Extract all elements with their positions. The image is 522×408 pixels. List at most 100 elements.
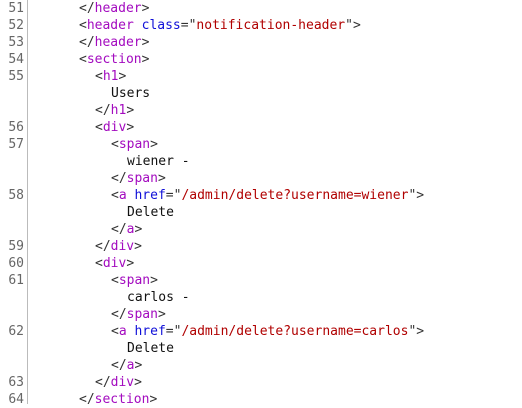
attribute-name: href <box>134 188 166 203</box>
punctuation: > <box>134 358 143 373</box>
punctuation: > <box>118 69 127 84</box>
attribute-value[interactable]: /admin/delete?username=wiener <box>181 188 408 203</box>
punctuation: =" <box>180 18 197 33</box>
punctuation: > <box>134 375 142 390</box>
line-number: 53 <box>8 35 24 50</box>
source-line: 54 <section> <box>0 51 522 68</box>
source-text: </div> <box>31 374 142 391</box>
line-number: 52 <box>8 18 24 33</box>
source-text: <a href="/admin/delete?username=wiener"> <box>31 187 424 204</box>
punctuation: "> <box>408 324 425 339</box>
punctuation: </ <box>111 358 127 373</box>
punctuation: > <box>157 307 166 322</box>
tag-name: h1 <box>110 103 127 118</box>
punctuation: "> <box>345 18 361 33</box>
source-line: wiener - <box>0 153 522 170</box>
attribute-name: href <box>134 324 166 339</box>
line-number: 51 <box>8 1 24 16</box>
tag-name: header <box>94 35 142 50</box>
punctuation: < <box>111 273 119 288</box>
tag-name: span <box>118 273 151 288</box>
punctuation: < <box>79 52 87 67</box>
source-line: carlos - <box>0 289 522 306</box>
punctuation: < <box>111 188 119 203</box>
punctuation: < <box>111 324 119 339</box>
punctuation: > <box>134 222 143 237</box>
source-text: </a> <box>31 357 142 374</box>
source-text: wiener - <box>31 153 190 170</box>
source-text: </header> <box>31 34 149 51</box>
text-content: wiener - <box>127 154 190 169</box>
punctuation: < <box>95 69 103 84</box>
punctuation: </ <box>95 375 111 390</box>
source-text: </section> <box>31 391 157 408</box>
punctuation: </ <box>79 35 95 50</box>
punctuation: </ <box>111 307 127 322</box>
punctuation: </ <box>111 171 127 186</box>
source-line: 57 <span> <box>0 136 522 153</box>
punctuation: > <box>150 137 158 152</box>
attribute-name: class <box>141 18 181 33</box>
source-text: </h1> <box>31 102 134 119</box>
source-line: 61 <span> <box>0 272 522 289</box>
punctuation: > <box>150 273 158 288</box>
source-line: </a> <box>0 357 522 374</box>
source-text: </span> <box>31 306 166 323</box>
punctuation: </ <box>95 103 111 118</box>
source-line: 55 <h1> <box>0 68 522 85</box>
source-line: Users <box>0 85 522 102</box>
source-line: 59 </div> <box>0 238 522 255</box>
attribute-value[interactable]: /admin/delete?username=carlos <box>181 324 408 339</box>
punctuation <box>134 18 142 33</box>
source-text: </a> <box>31 221 142 238</box>
punctuation: > <box>134 239 142 254</box>
source-line: 51 </header> <box>0 0 522 17</box>
tag-name: a <box>118 324 127 339</box>
source-text: Delete <box>31 340 174 357</box>
line-number: 54 <box>8 52 24 67</box>
line-number: 59 <box>8 239 24 254</box>
source-text: Delete <box>31 204 174 221</box>
line-number: 58 <box>8 188 24 203</box>
text-content: Delete <box>127 341 174 356</box>
punctuation: > <box>126 256 135 271</box>
punctuation: > <box>141 52 150 67</box>
source-text: <section> <box>31 51 149 68</box>
source-line: 64 </section> <box>0 391 522 408</box>
source-text: <a href="/admin/delete?username=carlos"> <box>31 323 424 340</box>
source-line: Delete <box>0 204 522 221</box>
source-line: 53 </header> <box>0 34 522 51</box>
line-number: 57 <box>8 137 24 152</box>
tag-name: section <box>94 392 150 407</box>
punctuation: > <box>157 171 166 186</box>
tag-name: header <box>86 18 134 33</box>
line-number: 64 <box>8 392 24 407</box>
source-line: 63 </div> <box>0 374 522 391</box>
tag-name: h1 <box>102 69 119 84</box>
source-text: <span> <box>31 136 158 153</box>
punctuation: < <box>111 137 119 152</box>
tag-name: span <box>126 171 158 186</box>
attribute-value[interactable]: notification-header <box>196 18 345 33</box>
source-line: 52 <header class="notification-header"> <box>0 17 522 34</box>
text-content: Delete <box>127 205 174 220</box>
source-text: carlos - <box>31 289 190 306</box>
line-number: 56 <box>8 120 24 135</box>
punctuation: "> <box>408 188 425 203</box>
tag-name: section <box>86 52 142 67</box>
line-number: 63 <box>8 375 24 390</box>
tag-name: div <box>110 375 135 390</box>
line-number: 55 <box>8 69 24 84</box>
punctuation: =" <box>165 324 182 339</box>
punctuation: </ <box>95 239 111 254</box>
source-line: 60 <div> <box>0 255 522 272</box>
source-text: <span> <box>31 272 158 289</box>
source-text: Users <box>31 85 150 102</box>
punctuation: </ <box>79 1 95 16</box>
source-text: <div> <box>31 119 134 136</box>
source-text: <div> <box>31 255 134 272</box>
source-line: </h1> <box>0 102 522 119</box>
source-line: Delete <box>0 340 522 357</box>
line-number: 62 <box>8 324 24 339</box>
punctuation: </ <box>79 392 95 407</box>
